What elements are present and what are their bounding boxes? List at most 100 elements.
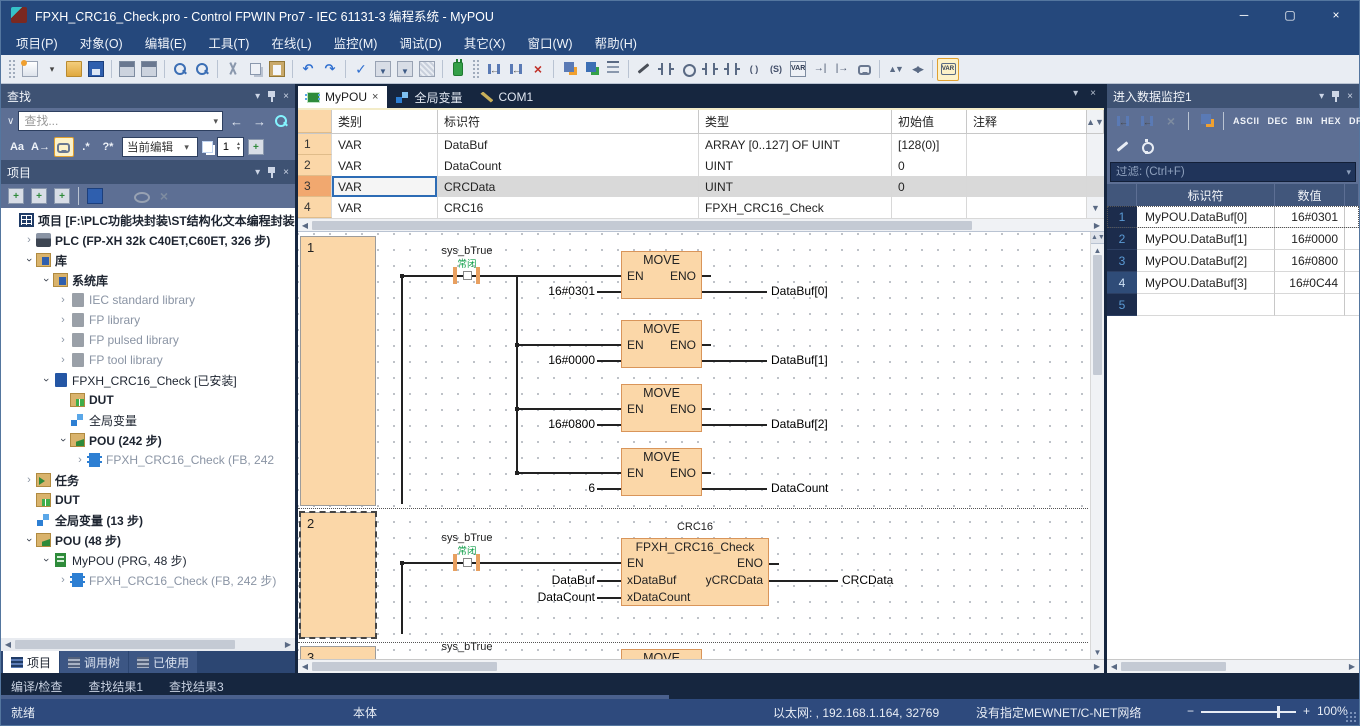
project-close-icon[interactable]: × <box>283 167 289 178</box>
regex-button[interactable]: .* <box>76 137 96 157</box>
tree-item[interactable]: ›FP library <box>1 310 295 330</box>
search-comments-button[interactable] <box>54 137 74 157</box>
scroll-right-icon[interactable]: ▶ <box>1345 662 1359 671</box>
doc-tab-MyPOU[interactable]: MyPOU× <box>298 86 387 108</box>
variable-cell[interactable]: VAR <box>332 155 438 176</box>
variable-cell[interactable] <box>892 197 967 218</box>
tree-expander-icon[interactable]: › <box>56 314 70 326</box>
variable-cell[interactable]: 0 <box>892 176 967 197</box>
undo-button[interactable]: ↶ <box>297 58 319 81</box>
variable-cell[interactable] <box>967 155 1087 176</box>
variable-table-hscrollbar[interactable]: ◀ ▶ <box>298 218 1104 232</box>
var-comment-toggle-button[interactable]: VAR <box>937 58 959 81</box>
delete-network-button[interactable]: × <box>527 58 549 81</box>
fb-input-variable[interactable]: DataBuf <box>523 573 595 587</box>
block-output-variable[interactable]: DataCount <box>771 481 861 495</box>
tree-collapse-button[interactable] <box>51 185 73 208</box>
redo-button[interactable]: ↷ <box>319 58 341 81</box>
open-project-button[interactable] <box>63 58 85 81</box>
format-bin-button[interactable]: BIN <box>1293 116 1316 126</box>
variable-row[interactable]: 3VARCRCDataUINT0 <box>298 176 1104 197</box>
format-dec-button[interactable]: DEC <box>1265 116 1292 126</box>
find-in-files-button[interactable] <box>191 58 213 81</box>
tree-expander-icon[interactable]: › <box>40 373 52 387</box>
tree-expander-icon[interactable]: › <box>56 334 70 346</box>
dock-tab-查找结果1[interactable]: 查找结果1 <box>88 678 143 695</box>
minimize-button[interactable]: ─ <box>1221 1 1267 29</box>
variable-cell[interactable]: FPXH_CRC16_Check <box>699 197 892 218</box>
insert-network-after-button[interactable] <box>505 58 527 81</box>
instruction-list-button[interactable] <box>602 58 624 81</box>
contact-normally-open-button[interactable] <box>655 58 677 81</box>
search-history-dropdown-icon[interactable]: ▾ <box>209 116 222 127</box>
zoom-out-button[interactable]: − <box>1187 704 1194 718</box>
doc-tab-全局变量[interactable]: 全局变量 <box>387 86 471 108</box>
insert-function-block-button[interactable] <box>580 58 602 81</box>
ladder-vscrollbar[interactable]: ▲▼ ▲ ▼ <box>1090 232 1104 659</box>
fb-input-variable[interactable]: DataCount <box>515 590 595 604</box>
block-output-variable[interactable]: DataBuf[0] <box>771 284 861 298</box>
menu-item[interactable]: 对象(O) <box>69 29 134 56</box>
scroll-down-icon[interactable]: ▼ <box>1091 648 1105 657</box>
variable-row[interactable]: 2VARDataCountUINT0 <box>298 155 1104 176</box>
monitor-row[interactable]: 2MyPOU.DataBuf[1]16#0000 <box>1107 228 1359 250</box>
variable-cell[interactable]: 2 <box>298 155 332 176</box>
variable-cell[interactable]: UINT <box>699 155 892 176</box>
tab-close-icon[interactable]: × <box>1090 88 1096 99</box>
tree-item[interactable]: 全局变量 <box>1 410 295 430</box>
dock-tab-查找结果3[interactable]: 查找结果3 <box>169 678 224 695</box>
menu-item[interactable]: 帮助(H) <box>584 29 648 56</box>
find-count-spinner[interactable]: ▲▼ <box>234 142 243 152</box>
print-button[interactable] <box>138 58 160 81</box>
move-block[interactable]: MOVEENENO <box>621 384 702 432</box>
tree-item[interactable]: ›MyPOU (PRG, 48 步) <box>1 550 295 570</box>
tree-item[interactable]: DUT <box>1 390 295 410</box>
search-input[interactable] <box>19 114 209 128</box>
close-button[interactable]: × <box>1313 1 1359 29</box>
scroll-left-icon[interactable]: ◀ <box>298 662 312 671</box>
menu-item[interactable]: 工具(T) <box>197 29 260 56</box>
operand-brackets-button[interactable]: ( ) <box>743 58 765 81</box>
monitor-settings-gear-button[interactable] <box>1136 136 1158 159</box>
scroll-right-icon[interactable]: ▶ <box>281 640 295 649</box>
monitor-value[interactable]: 16#0000 <box>1275 228 1345 250</box>
left-tab-已使用[interactable]: 已使用 <box>129 651 197 673</box>
variable-cell[interactable]: [128(0)] <box>892 134 967 155</box>
format-hex-button[interactable]: HEX <box>1318 116 1344 126</box>
wildcard-button[interactable]: ?* <box>98 137 118 157</box>
project-pin-icon[interactable] <box>268 167 275 178</box>
tree-item[interactable]: 项目 [F:\PLC功能块封装\ST结构化文本编程封装 <box>1 210 295 230</box>
comment-bubble-button[interactable] <box>853 58 875 81</box>
monitor-value[interactable] <box>1275 294 1345 316</box>
match-case-button[interactable]: Aa <box>7 137 27 157</box>
variable-cell[interactable]: 1 <box>298 134 332 155</box>
monitor-delete-row-button[interactable]: × <box>1160 110 1182 133</box>
tree-expander-icon[interactable]: › <box>73 454 87 466</box>
tree-item[interactable]: ›POU (242 步) <box>1 430 295 450</box>
find-pin-icon[interactable] <box>268 91 275 102</box>
contact-serial-button[interactable] <box>699 58 721 81</box>
tree-expander-icon[interactable]: › <box>56 574 70 586</box>
scrollbar-track[interactable] <box>1087 176 1104 197</box>
variable-cell[interactable]: DataCount <box>438 155 699 176</box>
scroll-left-icon[interactable]: ◀ <box>1107 662 1121 671</box>
contact-normally-open[interactable] <box>453 267 481 284</box>
monitor-pin-icon[interactable] <box>1332 91 1339 102</box>
monitor-hscrollbar[interactable]: ◀ ▶ <box>1107 659 1359 673</box>
tree-expander-icon[interactable]: › <box>23 253 35 267</box>
function-block[interactable]: FPXH_CRC16_CheckENxDataBufxDataCountENOy… <box>621 538 769 606</box>
tree-item[interactable]: DUT <box>1 490 295 510</box>
dock-tab-编译/检查[interactable]: 编译/检查 <box>11 678 62 695</box>
monitor-identifier[interactable]: MyPOU.DataBuf[2] <box>1137 250 1275 272</box>
print-preview-button[interactable] <box>116 58 138 81</box>
copy-button[interactable] <box>244 58 266 81</box>
scroll-left-icon[interactable]: ◀ <box>1 640 15 649</box>
variable-row[interactable]: 4VARCRC16FPXH_CRC16_Check▼ <box>298 197 1104 218</box>
match-word-button[interactable]: A→ <box>29 137 52 157</box>
tree-item[interactable]: ›IEC standard library <box>1 290 295 310</box>
scrollbar-thumb[interactable] <box>312 221 972 230</box>
new-dropdown-button[interactable]: ▾ <box>41 58 63 81</box>
variable-box-button[interactable]: VAR <box>787 58 809 81</box>
find-collapse-icon[interactable]: ▾ <box>255 91 260 102</box>
tree-item[interactable]: ›FP pulsed library <box>1 330 295 350</box>
